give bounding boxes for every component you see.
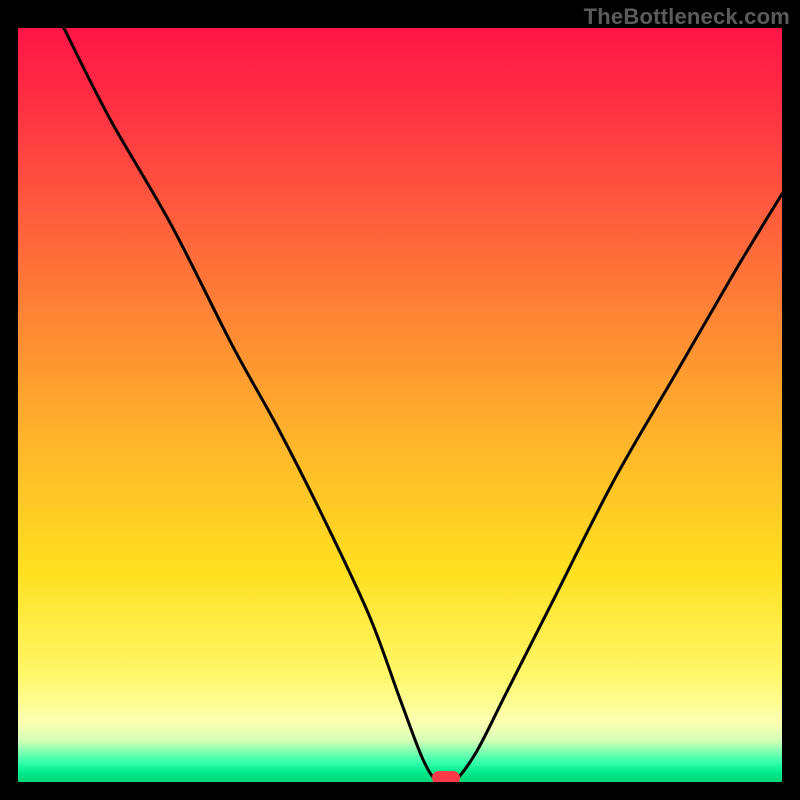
plot-area xyxy=(18,28,782,782)
chart-frame: TheBottleneck.com xyxy=(0,0,800,800)
optimal-marker-icon xyxy=(432,771,460,782)
bottleneck-curve xyxy=(18,28,782,782)
watermark-text: TheBottleneck.com xyxy=(584,4,790,30)
